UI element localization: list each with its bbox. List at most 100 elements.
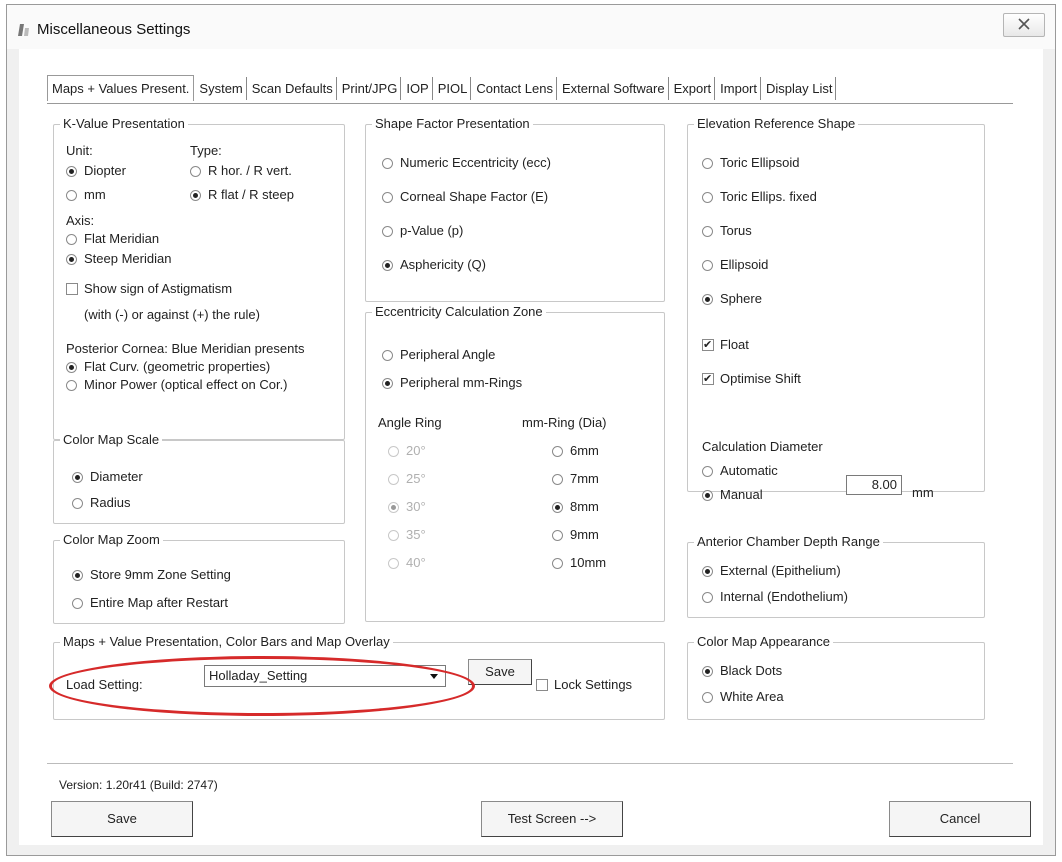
shape-e-radio[interactable]: Corneal Shape Factor (E) [382, 189, 548, 205]
elev-options-radio[interactable]: Torus [702, 223, 752, 239]
color-appearance-legend: Color Map Appearance [694, 634, 833, 649]
eccentricity-legend: Eccentricity Calculation Zone [372, 304, 546, 319]
tab-print-jpg[interactable]: Print/JPG [339, 77, 402, 100]
calc-diameter-label: Calculation Diameter [702, 439, 823, 454]
radio-icon [72, 570, 83, 581]
radio-label: mm [84, 187, 106, 202]
calc-automatic-radio[interactable]: Automatic [702, 463, 778, 479]
elev-options-radio[interactable]: Ellipsoid [702, 257, 768, 273]
checkbox-icon [702, 337, 714, 353]
axis-steep-radio[interactable]: Steep Meridian [66, 251, 171, 267]
radio-label: Steep Meridian [84, 251, 172, 266]
app-icon [17, 23, 31, 37]
settings-window: Miscellaneous Settings Maps + Values Pre… [6, 4, 1056, 856]
chevron-down-icon[interactable] [425, 668, 443, 684]
radio-icon [382, 260, 393, 271]
radio-label: 8mm [570, 499, 599, 514]
radio-icon [382, 192, 393, 203]
posterior-label: Posterior Cornea: Blue Meridian presents [66, 341, 305, 356]
radio-icon [382, 350, 393, 361]
color-scale-legend: Color Map Scale [60, 432, 163, 447]
test-screen-button[interactable]: Test Screen --> [481, 801, 623, 837]
posterior-minor-radio[interactable]: Minor Power (optical effect on Cor.) [66, 377, 288, 393]
ecc-angle-radio[interactable]: Peripheral Angle [382, 347, 495, 363]
cancel-button[interactable]: Cancel [889, 801, 1031, 837]
anterior-chamber-group: Anterior Chamber Depth Range External (E… [687, 534, 985, 618]
mm-col-radio[interactable]: 7mm [552, 471, 599, 487]
tab-piol[interactable]: PIOL [435, 77, 472, 100]
shape-factor-group: Shape Factor Presentation Numeric Eccent… [365, 116, 665, 302]
scale-diameter-radio[interactable]: Diameter [72, 469, 143, 485]
save-button[interactable]: Save [51, 801, 193, 837]
astigmatism-checkbox[interactable]: Show sign of Astigmatism [66, 281, 232, 297]
radio-icon [702, 490, 713, 501]
kvalue-group: K-Value Presentation Unit: Type: Diopter… [53, 116, 345, 440]
radio-icon [552, 558, 563, 569]
lock-settings-checkbox[interactable]: Lock Settings [536, 677, 632, 693]
tab-import[interactable]: Import [717, 77, 761, 100]
radio-label: Entire Map after Restart [90, 595, 228, 610]
tab-iop[interactable]: IOP [403, 77, 433, 100]
elevation-legend: Elevation Reference Shape [694, 116, 859, 131]
angle-col-radio: 35° [388, 527, 426, 543]
radio-icon [72, 472, 83, 483]
tab-system[interactable]: System [196, 77, 247, 100]
tab-contact-lens[interactable]: Contact Lens [473, 77, 557, 100]
elev-options-radio[interactable]: Toric Ellipsoid [702, 155, 799, 171]
anterior-internal-radio[interactable]: Internal (Endothelium) [702, 589, 848, 605]
float-checkbox[interactable]: Float [702, 337, 749, 353]
radio-icon [702, 158, 713, 169]
radio-label: Flat Meridian [84, 231, 160, 246]
angle-col-radio: 25° [388, 471, 426, 487]
scale-radius-radio[interactable]: Radius [72, 495, 130, 511]
color-scale-group: Color Map Scale Diameter Radius [53, 432, 345, 524]
tab-display-list[interactable]: Display List [763, 77, 837, 100]
appearance-black-dots-radio[interactable]: Black Dots [702, 663, 782, 679]
mm-col-radio[interactable]: 6mm [552, 443, 599, 459]
radio-icon [552, 446, 563, 457]
close-button[interactable] [1003, 13, 1045, 37]
zoom-store-radio[interactable]: Store 9mm Zone Setting [72, 567, 231, 583]
angle-col-radio: 20° [388, 443, 426, 459]
load-setting-label: Load Setting: [66, 677, 143, 692]
calc-manual-radio[interactable]: Manual [702, 487, 763, 503]
tab-export[interactable]: Export [671, 77, 716, 100]
anterior-external-radio[interactable]: External (Epithelium) [702, 563, 841, 579]
type-hor-vert-radio[interactable]: R hor. / R vert. [190, 163, 292, 179]
radio-icon [702, 592, 713, 603]
unit-mm-radio[interactable]: mm [66, 187, 106, 203]
kvalue-legend: K-Value Presentation [60, 116, 188, 131]
mm-col-radio[interactable]: 10mm [552, 555, 606, 571]
mm-col-radio[interactable]: 9mm [552, 527, 599, 543]
dialog-client: Maps + Values Present. System Scan Default… [19, 49, 1043, 845]
tab-external-software[interactable]: External Software [559, 77, 669, 100]
diameter-input[interactable]: 8.00 [846, 475, 902, 495]
tab-maps-values-present[interactable]: Maps + Values Present. [47, 75, 195, 101]
radio-label: Minor Power (optical effect on Cor.) [84, 377, 288, 392]
overlay-save-button[interactable]: Save [468, 659, 532, 685]
footer-divider [47, 763, 1013, 764]
title-bar[interactable]: Miscellaneous Settings [7, 5, 1055, 49]
radio-label: Torus [720, 223, 752, 238]
axis-flat-radio[interactable]: Flat Meridian [66, 231, 159, 247]
shape-ecc-radio[interactable]: Numeric Eccentricity (ecc) [382, 155, 551, 171]
appearance-white-area-radio[interactable]: White Area [702, 689, 784, 705]
tab-scan-defaults[interactable]: Scan Defaults [249, 77, 337, 100]
radio-label: White Area [720, 689, 784, 704]
shape-q-radio[interactable]: Asphericity (Q) [382, 257, 486, 273]
radio-label: Internal (Endothelium) [720, 589, 848, 604]
zoom-entire-radio[interactable]: Entire Map after Restart [72, 595, 228, 611]
type-label: Type: [190, 143, 222, 158]
unit-diopter-radio[interactable]: Diopter [66, 163, 126, 179]
checkbox-label: Lock Settings [554, 677, 633, 692]
type-flat-steep-radio[interactable]: R flat / R steep [190, 187, 294, 203]
shape-p-radio[interactable]: p-Value (p) [382, 223, 463, 239]
ecc-mm-radio[interactable]: Peripheral mm-Rings [382, 375, 522, 391]
mm-col-radio[interactable]: 8mm [552, 499, 599, 515]
elev-options-radio[interactable]: Toric Ellips. fixed [702, 189, 817, 205]
elev-options-radio[interactable]: Sphere [702, 291, 762, 307]
posterior-flat-radio[interactable]: Flat Curv. (geometric properties) [66, 359, 270, 375]
load-setting-select[interactable]: Holladay_Setting [204, 665, 446, 687]
optimise-shift-checkbox[interactable]: Optimise Shift [702, 371, 801, 387]
checkbox-icon [702, 371, 714, 387]
